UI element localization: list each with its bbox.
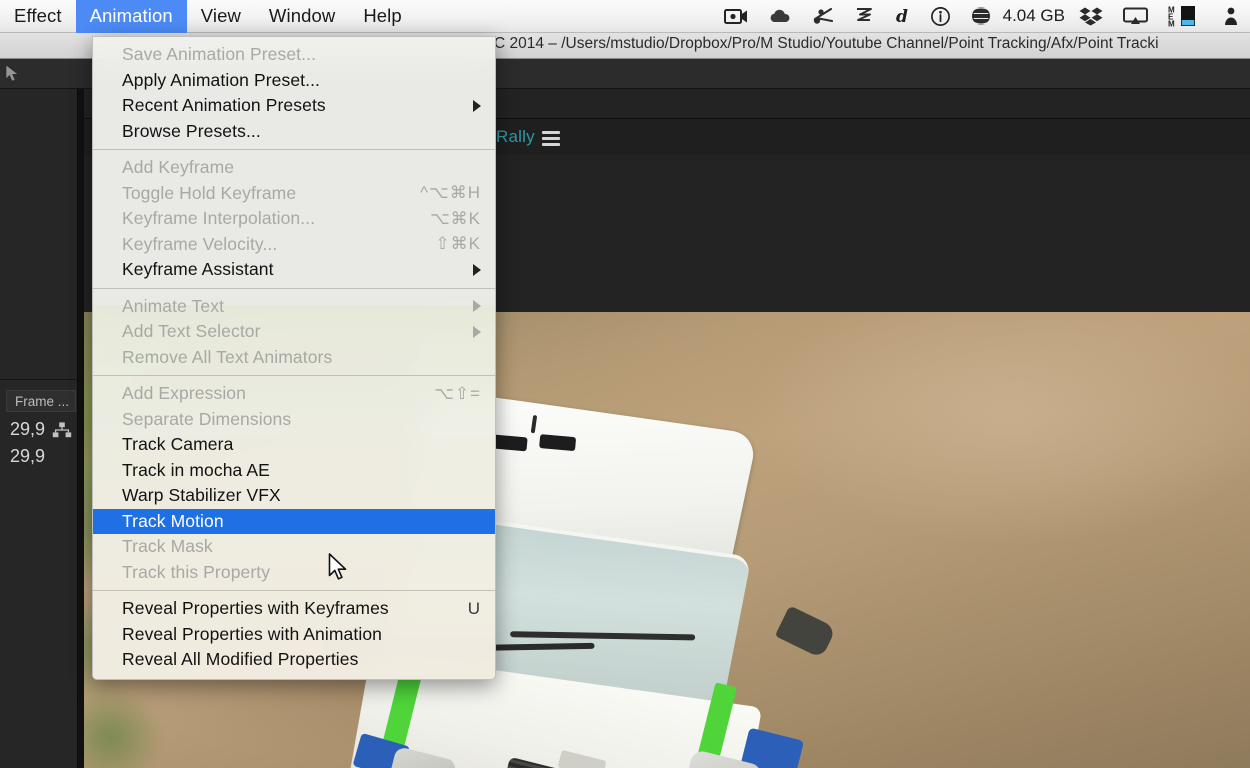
menu-item-label: Remove All Text Animators bbox=[122, 346, 333, 367]
menu-item-recent-animation-presets[interactable]: Recent Animation Presets bbox=[93, 93, 495, 119]
frame-value-row-2[interactable]: 29,9 bbox=[10, 443, 72, 469]
menu-item-label: Track Motion bbox=[122, 510, 224, 531]
cloud-icon[interactable] bbox=[758, 0, 802, 33]
shortcut-scissors-icon[interactable] bbox=[802, 0, 844, 33]
car-roof-vent-left bbox=[490, 434, 528, 452]
menu-item-track-motion[interactable]: Track Motion bbox=[93, 508, 495, 534]
menubar-status-items: d 4.04 GB M E M bbox=[714, 0, 1250, 33]
menu-item-add-text-selector: Add Text Selector bbox=[93, 319, 495, 345]
disk-space-label: 4.04 GB bbox=[1002, 6, 1065, 25]
animation-dropdown-menu: Save Animation Preset... Apply Animation… bbox=[92, 36, 496, 680]
mouse-pointer bbox=[328, 553, 347, 580]
menu-item-label: Track Mask bbox=[122, 536, 213, 557]
submenu-arrow-icon bbox=[473, 325, 481, 338]
window-title: C 2014 – /Users/mstudio/Dropbox/Pro/M St… bbox=[494, 35, 1159, 52]
menu-item-track-this-property: Track this Property bbox=[93, 560, 495, 586]
info-circle-icon[interactable] bbox=[920, 0, 961, 33]
menu-item-reveal-properties-with-animation[interactable]: Reveal Properties with Animation bbox=[93, 622, 495, 648]
left-panel: Frame ... 29,9 29,9 bbox=[0, 89, 78, 768]
disk-globe-icon[interactable] bbox=[961, 0, 1001, 33]
menu-item-label: Reveal All Modified Properties bbox=[122, 649, 359, 670]
screen-root: C 2014 – /Users/mstudio/Dropbox/Pro/M St… bbox=[0, 0, 1250, 768]
menu-item-warp-stabilizer-vfx[interactable]: Warp Stabilizer VFX bbox=[93, 483, 495, 509]
menu-item-label: Browse Presets... bbox=[122, 120, 261, 141]
menu-item-track-in-mocha-ae[interactable]: Track in mocha AE bbox=[93, 458, 495, 484]
menu-item-label: Keyframe Velocity... bbox=[122, 233, 278, 254]
menu-item-label: Save Animation Preset... bbox=[122, 44, 317, 65]
menu-item-reveal-all-modified-properties[interactable]: Reveal All Modified Properties bbox=[93, 647, 495, 673]
menu-item-apply-animation-preset[interactable]: Apply Animation Preset... bbox=[93, 68, 495, 94]
menu-item-add-expression: Add Expression ⌥⇧= bbox=[93, 381, 495, 407]
menu-item-label: Keyframe Interpolation... bbox=[122, 208, 316, 229]
menu-separator bbox=[93, 287, 495, 289]
menu-help[interactable]: Help bbox=[349, 0, 415, 33]
menu-item-label: Toggle Hold Keyframe bbox=[122, 182, 297, 203]
menu-item-shortcut: ⌥⌘K bbox=[430, 208, 481, 228]
svg-text:M: M bbox=[1168, 20, 1175, 28]
menu-item-label: Add Keyframe bbox=[122, 157, 235, 178]
menu-item-add-keyframe: Add Keyframe bbox=[93, 155, 495, 181]
menu-animation[interactable]: Animation bbox=[75, 0, 187, 33]
menu-item-shortcut: ^⌥⌘H bbox=[420, 183, 481, 203]
mac-menubar: Effect Animation View Window Help d 4.04… bbox=[0, 0, 1250, 33]
menu-item-label: Track this Property bbox=[122, 561, 271, 582]
menu-view[interactable]: View bbox=[187, 0, 255, 33]
menubar-items: Effect Animation View Window Help bbox=[0, 0, 416, 33]
selection-tool-icon[interactable] bbox=[2, 64, 24, 84]
menu-item-keyframe-assistant[interactable]: Keyframe Assistant bbox=[93, 257, 495, 283]
car-mirror-right bbox=[774, 605, 837, 659]
menu-item-label: Animate Text bbox=[122, 295, 225, 316]
menu-effect[interactable]: Effect bbox=[0, 0, 76, 33]
menu-item-keyframe-velocity: Keyframe Velocity... ⇧⌘K bbox=[93, 232, 495, 258]
menu-item-label: Add Expression bbox=[122, 383, 246, 404]
menu-item-label: Track Camera bbox=[122, 434, 234, 455]
hierarchy-icon bbox=[52, 422, 72, 438]
bartender-icon[interactable] bbox=[844, 0, 884, 33]
frame-column-header[interactable]: Frame ... bbox=[6, 390, 76, 412]
submenu-arrow-icon bbox=[473, 263, 481, 276]
menu-separator bbox=[93, 375, 495, 376]
menu-item-track-camera[interactable]: Track Camera bbox=[93, 432, 495, 458]
menu-item-reveal-properties-with-keyframes[interactable]: Reveal Properties with Keyframes U bbox=[93, 596, 495, 622]
menu-item-label: Keyframe Assistant bbox=[122, 259, 274, 280]
submenu-arrow-icon bbox=[473, 99, 481, 112]
menu-item-animate-text: Animate Text bbox=[93, 294, 495, 320]
submenu-arrow-icon bbox=[473, 300, 481, 313]
menu-item-label: Add Text Selector bbox=[122, 321, 261, 342]
airplay-icon[interactable] bbox=[1113, 0, 1158, 33]
dropbox-icon[interactable] bbox=[1069, 0, 1113, 33]
menu-item-label: Track in mocha AE bbox=[122, 459, 270, 480]
menu-item-label: Reveal Properties with Keyframes bbox=[122, 598, 389, 619]
menu-item-keyframe-interpolation: Keyframe Interpolation... ⌥⌘K bbox=[93, 206, 495, 232]
menu-item-toggle-hold-keyframe: Toggle Hold Keyframe ^⌥⌘H bbox=[93, 181, 495, 207]
menu-item-shortcut: U bbox=[467, 598, 481, 618]
menu-item-browse-presets[interactable]: Browse Presets... bbox=[93, 119, 495, 145]
menu-item-label: Separate Dimensions bbox=[122, 408, 292, 429]
screen-record-icon[interactable] bbox=[714, 0, 758, 33]
menu-item-save-animation-preset: Save Animation Preset... bbox=[93, 42, 495, 68]
menu-item-label: Warp Stabilizer VFX bbox=[122, 485, 281, 506]
menu-item-separate-dimensions: Separate Dimensions bbox=[93, 407, 495, 433]
menu-window[interactable]: Window bbox=[255, 0, 349, 33]
dropzone-d-icon[interactable]: d bbox=[884, 0, 920, 33]
menu-separator bbox=[93, 590, 495, 591]
panel-divider bbox=[0, 379, 78, 380]
menu-item-label: Recent Animation Presets bbox=[122, 95, 326, 116]
menu-item-shortcut: ⌥⇧= bbox=[434, 383, 481, 403]
svg-text:d: d bbox=[896, 7, 908, 26]
menu-item-remove-all-text-animators: Remove All Text Animators bbox=[93, 345, 495, 371]
user-icon[interactable] bbox=[1214, 0, 1248, 33]
mem-meter-icon[interactable]: M E M bbox=[1158, 0, 1214, 33]
menu-separator bbox=[93, 149, 495, 150]
menu-item-shortcut: ⇧⌘K bbox=[435, 234, 481, 254]
menu-item-label: Reveal Properties with Animation bbox=[122, 623, 382, 644]
hamburger-menu-icon[interactable] bbox=[542, 131, 560, 147]
menu-item-track-mask: Track Mask bbox=[93, 534, 495, 560]
menu-item-label: Apply Animation Preset... bbox=[122, 69, 321, 90]
tab-rally-label[interactable]: Rally bbox=[496, 127, 535, 147]
